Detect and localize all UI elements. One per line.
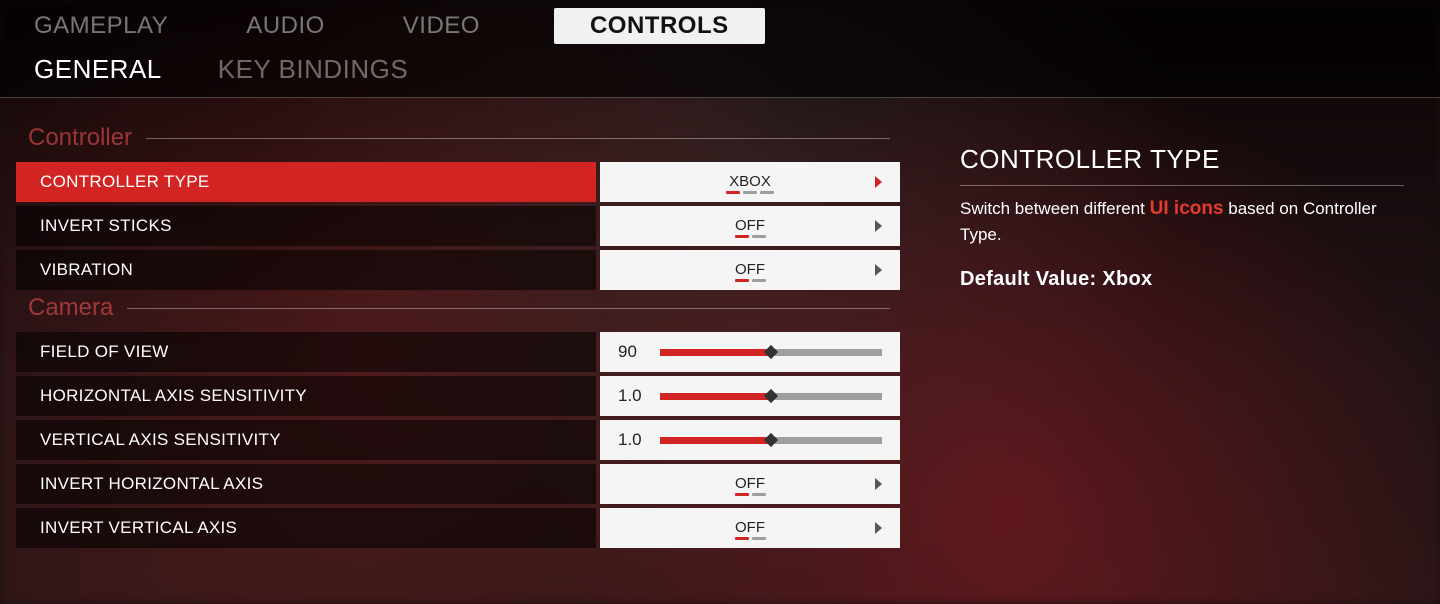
detail-title: CONTROLLER TYPE: [960, 144, 1404, 186]
tabs-secondary: GENERAL KEY BINDINGS: [0, 44, 1440, 98]
section-title: Camera: [28, 294, 113, 322]
subtab-general[interactable]: GENERAL: [34, 54, 162, 85]
setting-label: VERTICAL AXIS SENSITIVITY: [16, 420, 596, 460]
chevron-right-icon[interactable]: [875, 220, 882, 232]
setting-row-invert_sticks[interactable]: INVERT STICKS OFF: [16, 206, 900, 246]
section-title: Controller: [28, 124, 132, 152]
enum-indicator: [735, 537, 766, 540]
slider-track[interactable]: [660, 437, 882, 444]
chevron-right-icon[interactable]: [875, 176, 882, 188]
setting-row-fov[interactable]: FIELD OF VIEW 90: [16, 332, 900, 372]
enum-selector[interactable]: OFF: [600, 250, 900, 290]
detail-panel: CONTROLLER TYPE Switch between different…: [900, 124, 1440, 598]
enum-indicator: [735, 279, 766, 282]
detail-default-value: Default Value: Xbox: [960, 268, 1404, 291]
slider[interactable]: 1.0: [600, 420, 900, 460]
tab-gameplay[interactable]: GAMEPLAY: [30, 8, 172, 44]
detail-desc-highlight: UI icons: [1150, 198, 1224, 219]
slider-fill: [660, 393, 771, 400]
section-divider: [127, 308, 890, 309]
section-header-camera: Camera: [16, 294, 900, 332]
setting-label: INVERT VERTICAL AXIS: [16, 508, 596, 548]
setting-row-invert_v[interactable]: INVERT VERTICAL AXIS OFF: [16, 508, 900, 548]
enum-indicator: [735, 493, 766, 496]
tab-controls[interactable]: CONTROLS: [554, 8, 765, 44]
enum-indicator: [726, 191, 774, 194]
slider[interactable]: 1.0: [600, 376, 900, 416]
tabs-primary: GAMEPLAY AUDIO VIDEO CONTROLS: [0, 0, 1440, 44]
enum-value: OFF: [735, 261, 765, 278]
slider[interactable]: 90: [600, 332, 900, 372]
settings-column: Controller CONTROLLER TYPE XBOX INVERT STIC…: [0, 124, 900, 598]
setting-label: VIBRATION: [16, 250, 596, 290]
chevron-right-icon[interactable]: [875, 522, 882, 534]
slider-track[interactable]: [660, 349, 882, 356]
setting-label: INVERT STICKS: [16, 206, 596, 246]
detail-desc-prefix: Switch between different: [960, 199, 1150, 218]
setting-row-vibration[interactable]: VIBRATION OFF: [16, 250, 900, 290]
slider-value: 90: [618, 342, 654, 362]
enum-value: OFF: [735, 519, 765, 536]
enum-value: XBOX: [729, 173, 771, 190]
setting-label: FIELD OF VIEW: [16, 332, 596, 372]
enum-indicator: [735, 235, 766, 238]
section-divider: [146, 138, 890, 139]
slider-handle[interactable]: [764, 389, 778, 403]
slider-fill: [660, 349, 771, 356]
section-header-controller: Controller: [16, 124, 900, 162]
setting-row-h_sens[interactable]: HORIZONTAL AXIS SENSITIVITY 1.0: [16, 376, 900, 416]
enum-selector[interactable]: XBOX: [600, 162, 900, 202]
slider-handle[interactable]: [764, 433, 778, 447]
setting-row-v_sens[interactable]: VERTICAL AXIS SENSITIVITY 1.0: [16, 420, 900, 460]
slider-track[interactable]: [660, 393, 882, 400]
setting-row-controller_type[interactable]: CONTROLLER TYPE XBOX: [16, 162, 900, 202]
detail-description: Switch between different UI icons based …: [960, 196, 1404, 246]
setting-row-invert_h[interactable]: INVERT HORIZONTAL AXIS OFF: [16, 464, 900, 504]
slider-value: 1.0: [618, 386, 654, 406]
slider-handle[interactable]: [764, 345, 778, 359]
setting-label: HORIZONTAL AXIS SENSITIVITY: [16, 376, 596, 416]
slider-fill: [660, 437, 771, 444]
setting-label: CONTROLLER TYPE: [16, 162, 596, 202]
enum-value: OFF: [735, 475, 765, 492]
enum-selector[interactable]: OFF: [600, 206, 900, 246]
detail-default-value-text: Xbox: [1102, 268, 1152, 290]
tab-audio[interactable]: AUDIO: [242, 8, 329, 44]
setting-label: INVERT HORIZONTAL AXIS: [16, 464, 596, 504]
chevron-right-icon[interactable]: [875, 264, 882, 276]
detail-default-label: Default Value:: [960, 268, 1102, 290]
subtab-key-bindings[interactable]: KEY BINDINGS: [218, 54, 408, 85]
enum-value: OFF: [735, 217, 765, 234]
slider-value: 1.0: [618, 430, 654, 450]
enum-selector[interactable]: OFF: [600, 464, 900, 504]
tab-video[interactable]: VIDEO: [399, 8, 484, 44]
enum-selector[interactable]: OFF: [600, 508, 900, 548]
chevron-right-icon[interactable]: [875, 478, 882, 490]
